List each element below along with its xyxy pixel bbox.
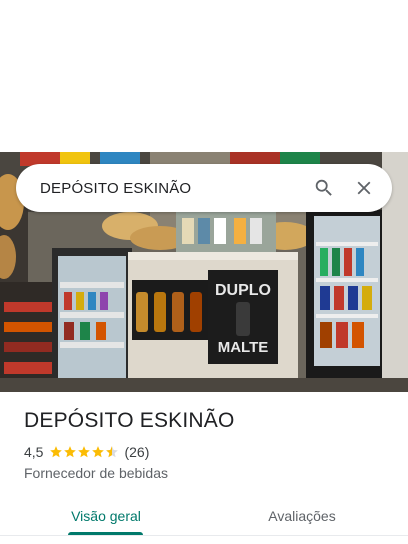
rating-value: 4,5 xyxy=(24,444,44,460)
star-half-icon xyxy=(106,446,119,458)
poster-text-2: MALTE xyxy=(218,339,269,356)
search-icon xyxy=(315,179,332,196)
place-tabs: Visão geral Avaliações xyxy=(0,496,408,544)
star-rating xyxy=(49,445,119,459)
place-name: DEPÓSITO ESKINÃO xyxy=(24,409,235,432)
search-bar[interactable]: DEPÓSITO ESKINÃO xyxy=(16,164,392,212)
place-category[interactable]: Fornecedor de bebidas xyxy=(24,465,168,481)
star-full-icon xyxy=(64,446,77,458)
star-full-icon xyxy=(50,446,63,458)
star-full-icon xyxy=(92,446,105,458)
close-icon xyxy=(357,181,371,195)
tabs-divider xyxy=(0,535,408,536)
star-full-icon xyxy=(78,446,91,458)
poster-text-1: DUPLO xyxy=(215,282,271,299)
rating-row[interactable]: 4,5 (26) xyxy=(24,444,149,460)
clear-search-button[interactable] xyxy=(344,168,384,208)
tab-overview[interactable]: Visão geral xyxy=(52,496,160,536)
search-button[interactable] xyxy=(304,168,344,208)
tab-reviews[interactable]: Avaliações xyxy=(248,496,356,536)
search-input[interactable]: DEPÓSITO ESKINÃO xyxy=(40,180,304,197)
map-blank-area xyxy=(0,0,408,152)
review-count[interactable]: (26) xyxy=(124,444,149,460)
